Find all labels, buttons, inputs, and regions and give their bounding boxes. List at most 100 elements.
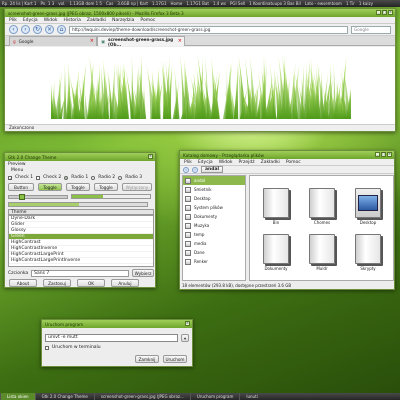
menu-narzedzia[interactable]: Narzędzia	[112, 18, 134, 23]
menu-zakladki[interactable]: Zakładki	[261, 160, 280, 165]
chevron-down-icon[interactable]: ▾	[181, 334, 189, 342]
font-field[interactable]: Sans 7	[31, 269, 129, 277]
sidebar-item-documents[interactable]: Dokumenty	[183, 212, 245, 221]
file-bin[interactable]: Bin	[256, 188, 296, 225]
top-panel-item: Cas	[105, 1, 114, 6]
search-input[interactable]: Google	[351, 25, 391, 34]
bottom-panel: Lista okien Gtk 2.0 Change Theme screensho…	[0, 393, 400, 400]
toggle-button-3[interactable]: Toggle	[94, 183, 118, 191]
taskbar-button[interactable]: screenshot-green-grass.jpg (JPEG obraz..…	[93, 393, 190, 400]
close-icon[interactable]: ×	[185, 321, 190, 326]
menu-zakladki[interactable]: Zakładki	[87, 18, 106, 23]
nautilus-titlebar[interactable]: Katalog domowy - Przeglądarka plików _ □ ×	[180, 151, 394, 159]
menu-edycja[interactable]: Edycja	[198, 160, 213, 165]
sidebar-item-filesystem[interactable]: System plików	[183, 203, 245, 212]
terminal-checkbox[interactable]	[45, 345, 49, 350]
file-chomes[interactable]: Chomes	[302, 188, 342, 225]
menu-plik[interactable]: Plik	[184, 160, 192, 165]
taskbar-button[interactable]: Gtk 2.0 Change Theme	[34, 393, 94, 400]
sidebar-item-label: Renker	[194, 259, 208, 264]
tab-screenshot[interactable]: ▣ screenshot-green-grass.jpg (Ob... ×	[97, 36, 185, 47]
menu-widok[interactable]: Widok	[219, 160, 233, 165]
scrollbar-thumb[interactable]	[9, 203, 79, 206]
sidebar-item-dane[interactable]: Dane	[183, 248, 245, 257]
slider[interactable]	[8, 193, 68, 200]
check2-checkbox[interactable]	[36, 175, 41, 180]
check1-checkbox[interactable]: ✓	[8, 175, 12, 180]
run-button[interactable]: Uruchom	[163, 355, 187, 363]
top-panel-item: 3.6GB np | Kart	[117, 1, 148, 6]
maximize-icon[interactable]: □	[382, 10, 387, 15]
radio2-button[interactable]	[91, 175, 96, 180]
drive-icon	[185, 204, 191, 211]
location-button[interactable]: andal	[201, 166, 224, 173]
sidebar-item-andal[interactable]: andal	[183, 176, 245, 185]
close-icon[interactable]: ×	[387, 152, 392, 157]
scrollbar[interactable]	[8, 202, 148, 207]
back-icon[interactable]: ‹	[183, 166, 189, 173]
file-muldr[interactable]: Muldr	[302, 234, 342, 271]
menu-pomoc[interactable]: Pomoc	[140, 18, 155, 23]
forward-icon[interactable]: ›	[192, 166, 198, 173]
taskbar-button[interactable]: lunuti	[239, 393, 263, 400]
close-icon[interactable]: ×	[148, 154, 153, 159]
close-tab-icon[interactable]: ×	[90, 38, 94, 44]
gtk-title: Gtk 2.0 Change Theme	[8, 154, 57, 160]
theme-list[interactable]: Dyne-Dark Glider Glossy Green HighContra…	[8, 215, 154, 267]
menu-przejdz[interactable]: Przejdź	[239, 160, 255, 165]
radio3-button[interactable]	[118, 175, 123, 180]
sidebar-item-renker[interactable]: Renker	[183, 257, 245, 266]
about-button[interactable]: About	[9, 279, 37, 287]
file-label: Skrypty	[360, 266, 376, 271]
file-dokumenty[interactable]: Dokumenty	[256, 234, 296, 271]
sidebar-item-media[interactable]: media	[183, 239, 245, 248]
folder-icon	[263, 234, 289, 264]
menu-pomoc[interactable]: Pomoc	[286, 160, 301, 165]
menu-widok[interactable]: Widok	[44, 18, 58, 23]
preview-menu[interactable]: Menu	[5, 168, 155, 173]
close-tab-icon[interactable]: ×	[178, 38, 182, 44]
toggle-button-2[interactable]: Toggle	[66, 183, 90, 191]
sidebar-item-temp[interactable]: temp	[183, 230, 245, 239]
toggle-button-1[interactable]: Toggle	[38, 183, 62, 191]
stop-icon[interactable]: ×	[45, 25, 54, 34]
menu-plik[interactable]: Plik	[9, 18, 17, 23]
home-icon[interactable]: ⌂	[57, 25, 66, 34]
close-icon[interactable]: ×	[388, 10, 393, 15]
theme-item[interactable]: HighContrastLargePrintInverse	[9, 258, 153, 264]
gtk-titlebar[interactable]: Gtk 2.0 Change Theme ×	[5, 153, 155, 161]
maximize-icon[interactable]: □	[381, 152, 386, 157]
url-bar[interactable]: http://lwquini.deviep/theme-download/scr…	[69, 25, 348, 34]
cancel-button[interactable]: Anuluj	[111, 279, 139, 287]
preview-button[interactable]: Button	[8, 183, 34, 191]
firefox-toolbar: ‹ › ↻ × ⌂ http://lwquini.deviep/theme-do…	[5, 24, 395, 36]
file-label: Chomes	[313, 220, 331, 225]
ok-button[interactable]: OK	[77, 279, 105, 287]
file-skrypty[interactable]: Skrypty	[348, 234, 388, 271]
sidebar-item-trash[interactable]: Smietnik	[183, 185, 245, 194]
sidebar-item-desktop[interactable]: Desktop	[183, 194, 245, 203]
reload-icon[interactable]: ↻	[33, 25, 42, 34]
close-button[interactable]: Zamknij	[135, 355, 159, 363]
apply-button[interactable]: Zastosuj	[43, 279, 71, 287]
tab-google[interactable]: g Google ×	[9, 36, 97, 46]
taskbar-button[interactable]: Uruchom program	[189, 393, 240, 400]
top-panel-item: Pn. 1 3	[40, 1, 55, 6]
minimize-icon[interactable]: _	[375, 152, 380, 157]
check2-label: Check 2	[43, 175, 62, 180]
top-panel-item: 1.13GB dom 1 5	[69, 1, 102, 6]
minimize-icon[interactable]: _	[376, 10, 381, 15]
radio1-button[interactable]	[64, 175, 69, 180]
file-desktop[interactable]: Desktop	[348, 188, 388, 225]
menu-historia[interactable]: Historia	[64, 18, 81, 23]
forward-icon[interactable]: ›	[21, 25, 30, 34]
slider-handle[interactable]	[19, 193, 25, 200]
taskbar-button[interactable]: Lista okien	[0, 393, 35, 400]
run-titlebar[interactable]: Uruchom program ×	[42, 320, 192, 328]
firefox-titlebar[interactable]: screenshot-green-grass.jpg (JPEG obraz, …	[5, 9, 395, 17]
back-icon[interactable]: ‹	[9, 25, 18, 34]
menu-edycja[interactable]: Edycja	[23, 18, 38, 23]
command-input[interactable]: urxvt -e mutt	[45, 334, 179, 342]
font-select-button[interactable]: Wybierz	[132, 269, 154, 277]
sidebar-item-music[interactable]: Muzyka	[183, 221, 245, 230]
